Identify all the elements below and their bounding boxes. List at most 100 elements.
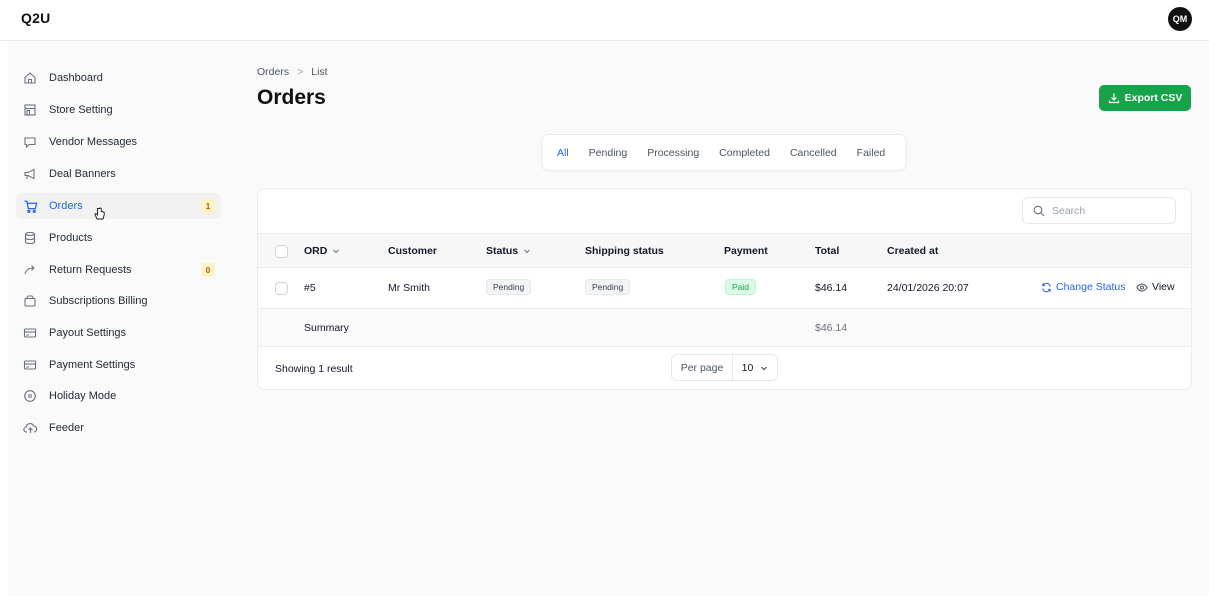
orders-table-card: ORD Customer Status Shipping status Paym… <box>257 188 1192 390</box>
user-avatar[interactable]: QM <box>1168 7 1192 31</box>
export-csv-button[interactable]: Export CSV <box>1099 85 1191 111</box>
sidebar-item-label: Deal Banners <box>49 168 116 180</box>
column-header-shipping-status: Shipping status <box>585 245 664 257</box>
summary-total: $46.14 <box>815 322 848 334</box>
sidebar-item-label: Vendor Messages <box>49 136 138 148</box>
column-header-status-label: Status <box>486 245 519 257</box>
order-id[interactable]: #5 <box>304 282 316 294</box>
row-checkbox[interactable] <box>275 282 288 295</box>
shipping-status-badge: Pending <box>585 279 631 295</box>
export-csv-label: Export CSV <box>1124 92 1183 104</box>
sidebar-item-orders[interactable]: Orders 1 <box>16 193 221 219</box>
download-icon <box>1108 93 1119 104</box>
eye-icon <box>1136 282 1148 292</box>
column-header-status[interactable]: Status <box>486 245 531 257</box>
page-title: Orders <box>257 86 326 109</box>
payment-status-badge: Paid <box>725 279 757 295</box>
column-header-customer: Customer <box>388 245 438 257</box>
sidebar-item-payment-settings[interactable]: Payment Settings <box>16 352 221 378</box>
chevron-down-icon <box>524 249 530 254</box>
column-header-payment: Payment <box>724 245 768 257</box>
store-icon <box>22 102 38 118</box>
cloud-upload-icon <box>22 420 38 436</box>
sidebar-item-vendor-messages[interactable]: Vendor Messages <box>16 129 221 155</box>
breadcrumb-separator: > <box>297 66 304 78</box>
sidebar-item-products[interactable]: Products <box>16 225 221 251</box>
home-icon <box>22 70 38 86</box>
tab-processing[interactable]: Processing <box>647 147 699 159</box>
sidebar-item-store-setting[interactable]: Store Setting <box>16 97 221 123</box>
sidebar-item-label: Holiday Mode <box>49 390 117 402</box>
return-arrow-icon <box>22 262 38 278</box>
search-box[interactable] <box>1022 197 1176 224</box>
tab-completed[interactable]: Completed <box>719 147 770 159</box>
app-logo[interactable]: Q2U <box>21 10 50 26</box>
tab-cancelled[interactable]: Cancelled <box>790 147 837 159</box>
sidebar-item-dashboard[interactable]: Dashboard <box>16 65 221 91</box>
sidebar-item-label: Feeder <box>49 422 84 434</box>
search-input[interactable] <box>1052 204 1162 217</box>
view-button[interactable]: View <box>1136 281 1175 293</box>
sidebar-item-label: Dashboard <box>49 72 103 84</box>
status-badge: Pending <box>486 279 532 295</box>
view-label: View <box>1152 281 1175 293</box>
credit-card-icon <box>22 357 38 373</box>
tab-failed[interactable]: Failed <box>857 147 886 159</box>
status-tabs: All Pending Processing Completed Cancell… <box>541 134 907 171</box>
breadcrumb-orders-link[interactable]: Orders <box>257 66 289 78</box>
per-page-select[interactable]: Per page 10 <box>671 354 778 381</box>
table-footer: Showing 1 result Per page 10 <box>258 347 1191 389</box>
hand-cursor-icon <box>94 207 105 220</box>
change-status-label: Change Status <box>1056 281 1126 293</box>
tab-pending[interactable]: Pending <box>589 147 628 159</box>
breadcrumb-current: List <box>311 66 328 78</box>
sidebar-item-label: Payment Settings <box>49 359 136 371</box>
per-page-label: Per page <box>672 355 733 380</box>
sidebar-item-label: Return Requests <box>49 264 132 276</box>
orders-count-badge: 1 <box>201 199 215 213</box>
sidebar-item-feeder[interactable]: Feeder <box>16 415 221 441</box>
chevron-down-icon <box>761 366 768 370</box>
sidebar-item-payout-settings[interactable]: Payout Settings <box>16 320 221 346</box>
order-total: $46.14 <box>815 282 848 294</box>
column-header-ord-label: ORD <box>304 245 328 257</box>
sidebar-item-label: Store Setting <box>49 104 113 116</box>
sidebar-item-label: Payout Settings <box>49 327 127 339</box>
search-icon <box>1033 205 1045 216</box>
breadcrumb: Orders > List <box>257 66 328 78</box>
refresh-icon <box>1042 282 1051 292</box>
summary-label: Summary <box>304 322 349 334</box>
table-header: ORD Customer Status Shipping status Paym… <box>258 233 1191 268</box>
return-requests-count-badge: 0 <box>201 263 215 277</box>
customer-name: Mr Smith <box>388 282 430 294</box>
summary-row: Summary $46.14 <box>258 309 1191 347</box>
sidebar-item-label: Products <box>49 232 93 244</box>
column-header-total: Total <box>815 245 840 257</box>
sidebar: Dashboard Store Setting Vendor Messages … <box>8 41 238 596</box>
sidebar-item-deal-banners[interactable]: Deal Banners <box>16 161 221 187</box>
wallet-icon <box>22 293 38 309</box>
sidebar-item-holiday-mode[interactable]: Holiday Mode <box>16 383 221 409</box>
megaphone-icon <box>22 166 38 182</box>
sidebar-item-return-requests[interactable]: Return Requests 0 <box>16 257 221 283</box>
table-row: #5 Mr Smith Pending Pending Paid $46.14 … <box>258 268 1191 309</box>
chevron-down-icon <box>333 249 340 254</box>
top-bar: Q2U QM <box>0 0 1209 41</box>
per-page-dropdown[interactable]: 10 <box>733 362 777 374</box>
column-header-ord[interactable]: ORD <box>304 245 340 257</box>
pause-circle-icon <box>22 388 38 404</box>
cart-icon <box>22 198 38 214</box>
per-page-value: 10 <box>741 361 754 374</box>
credit-card-icon <box>22 325 38 341</box>
results-count: Showing 1 result <box>275 363 353 375</box>
column-header-created-at: Created at <box>887 245 939 257</box>
order-created-at: 24/01/2026 20:07 <box>887 282 969 294</box>
sidebar-item-label: Orders <box>49 200 83 212</box>
tab-all[interactable]: All <box>557 147 569 159</box>
database-icon <box>22 230 38 246</box>
select-all-checkbox[interactable] <box>275 245 288 258</box>
sidebar-item-subscriptions-billing[interactable]: Subscriptions Billing <box>16 288 221 314</box>
change-status-button[interactable]: Change Status <box>1041 281 1125 293</box>
chat-icon <box>22 134 38 150</box>
sidebar-item-label: Subscriptions Billing <box>49 295 148 307</box>
